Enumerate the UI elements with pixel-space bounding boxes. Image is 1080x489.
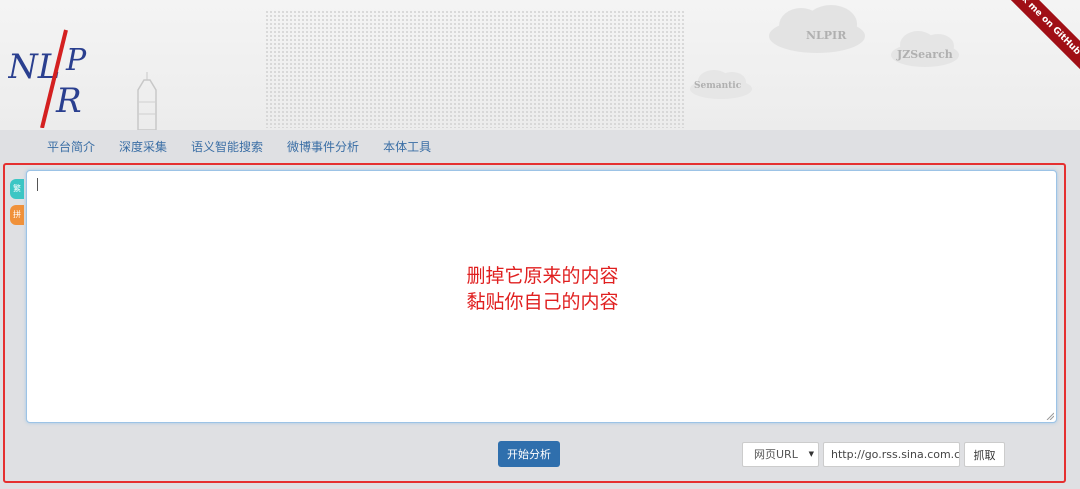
- resize-handle-icon[interactable]: [1046, 412, 1054, 420]
- text-caret: [37, 178, 38, 191]
- nlpir-logo[interactable]: NL P R: [8, 28, 118, 128]
- svg-text:R: R: [55, 81, 82, 121]
- fetch-button[interactable]: 抓取: [964, 442, 1005, 467]
- cloud-label: NLPIR: [806, 29, 847, 42]
- cloud-label: JZSearch: [897, 48, 953, 61]
- main-nav: 平台简介 深度采集 语义智能搜索 微博事件分析 本体工具: [0, 130, 1080, 163]
- dropdown-arrow-icon: ▼: [808, 450, 814, 458]
- nav-item-weibo-analysis[interactable]: 微博事件分析: [287, 138, 359, 155]
- source-type-select[interactable]: 网页URL ▼: [742, 442, 819, 467]
- pinyin-tab[interactable]: 拼: [10, 205, 24, 225]
- nav-item-ontology-tools[interactable]: 本体工具: [383, 138, 431, 155]
- building-graphic: [137, 72, 157, 130]
- nav-item-semantic-search[interactable]: 语义智能搜索: [191, 138, 263, 155]
- url-input[interactable]: http://go.rss.sina.com.c: [823, 442, 960, 467]
- traditional-chinese-tab[interactable]: 繁: [10, 179, 24, 199]
- source-type-value: 网页URL: [754, 448, 798, 461]
- cloud-label: Semantic: [694, 81, 742, 91]
- site-header: NL P R NLPIR JZSearch Semantic Fork me o…: [0, 0, 1080, 130]
- instruction-annotation: 删掉它原来的内容 黏贴你自己的内容: [27, 263, 1058, 315]
- nav-item-crawl[interactable]: 深度采集: [119, 138, 167, 155]
- svg-text:P: P: [65, 43, 87, 78]
- fork-ribbon-link[interactable]: Fork me on GitHub: [984, 0, 1080, 81]
- text-input-area[interactable]: 删掉它原来的内容 黏贴你自己的内容: [26, 170, 1057, 423]
- start-analysis-button[interactable]: 开始分析: [498, 441, 560, 467]
- nav-item-intro[interactable]: 平台简介: [47, 138, 95, 155]
- annotation-line-1: 删掉它原来的内容: [466, 265, 619, 287]
- world-map-graphic: [265, 10, 685, 128]
- annotation-line-2: 黏贴你自己的内容: [466, 291, 619, 313]
